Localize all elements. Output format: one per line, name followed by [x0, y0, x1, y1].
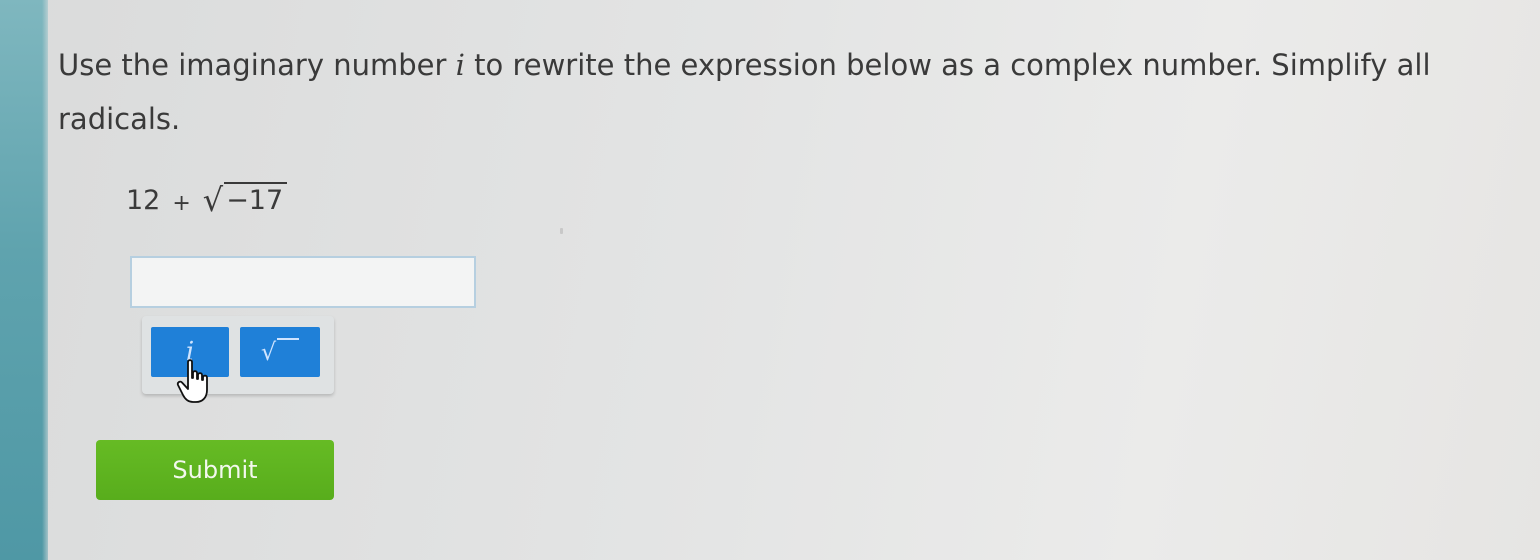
expression-radicand: −17	[224, 182, 288, 216]
square-root-icon: √	[261, 338, 300, 366]
math-keypad: i √	[142, 316, 334, 394]
answer-input[interactable]	[130, 256, 476, 308]
square-root-button[interactable]: √	[240, 327, 320, 377]
question-variable: i	[455, 48, 465, 82]
screen-speck	[560, 228, 563, 234]
submit-button[interactable]: Submit	[96, 440, 334, 500]
expression-operator: +	[172, 190, 191, 216]
question-text-before: Use the imaginary number	[58, 48, 456, 82]
question-prompt: Use the imaginary number i to rewrite th…	[58, 38, 1498, 146]
hand-pointer-icon	[176, 359, 208, 403]
left-sidebar-strip	[0, 0, 48, 560]
expression-radical: √ −17	[202, 180, 288, 219]
expression-constant: 12	[126, 184, 161, 216]
math-expression: 12 + √ −17	[126, 180, 288, 219]
radical-sign-icon: √	[202, 180, 224, 219]
